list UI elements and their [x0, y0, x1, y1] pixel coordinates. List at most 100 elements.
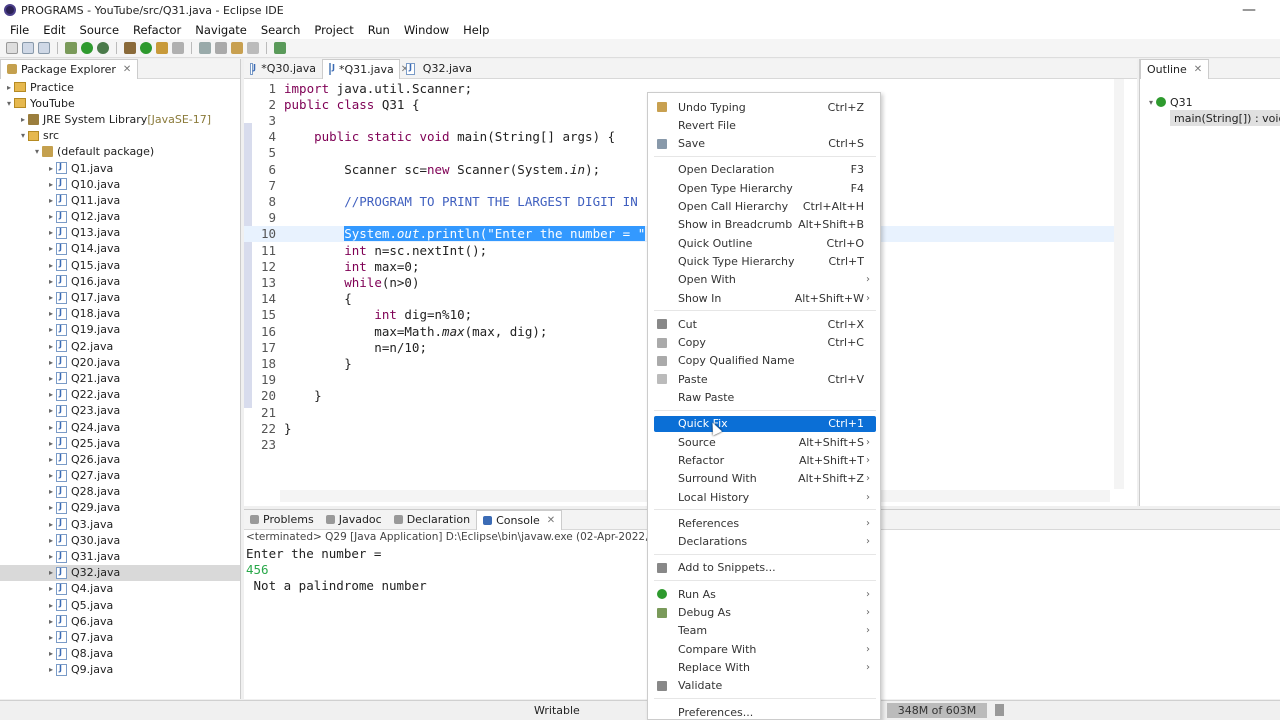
back-icon[interactable] [231, 42, 243, 54]
menu-item-preferences[interactable]: Preferences... [654, 704, 876, 720]
tree-item[interactable]: ▸ Q6.java [0, 613, 240, 629]
menu-item-local-history[interactable]: Local History › [654, 489, 876, 505]
close-icon[interactable]: ✕ [1194, 64, 1202, 75]
tab-package-explorer[interactable]: Package Explorer ✕ [0, 58, 139, 79]
menu-item-refactor[interactable]: Refactor Alt+Shift+T › [654, 452, 876, 468]
tree-item[interactable]: ▸ Q23.java [0, 403, 240, 419]
menu-item-quick-type-hierarchy[interactable]: Quick Type Hierarchy Ctrl+T [654, 253, 876, 269]
tree-item[interactable]: ▸ Q28.java [0, 484, 240, 500]
menu-item-debug-as[interactable]: Debug As › [654, 605, 876, 621]
tab-javadoc[interactable]: Javadoc [320, 510, 388, 530]
tree-item[interactable]: ▸ Q29.java [0, 500, 240, 516]
menu-item-declarations[interactable]: Declarations › [654, 534, 876, 550]
menu-item-show-in[interactable]: Show In Alt+Shift+W › [654, 290, 876, 306]
console-output[interactable]: Enter the number = 456 Not a palindrome … [246, 546, 427, 595]
chevron-right-icon[interactable]: ▸ [46, 244, 56, 253]
menu-item-copy[interactable]: Copy Ctrl+C [654, 335, 876, 351]
tab-console[interactable]: Console ✕ [476, 509, 563, 530]
menu-item-paste[interactable]: Paste Ctrl+V [654, 371, 876, 387]
tree-item[interactable]: ▸ Q9.java [0, 662, 240, 678]
menu-item-show-in-breadcrumb[interactable]: Show in Breadcrumb Alt+Shift+B [654, 217, 876, 233]
chevron-right-icon[interactable]: ▸ [46, 180, 56, 189]
chevron-right-icon[interactable]: ▸ [46, 584, 56, 593]
tree-item[interactable]: ▸ Q32.java [0, 564, 240, 581]
menu-source[interactable]: Source [73, 23, 127, 37]
menu-item-revert-file[interactable]: Revert File [654, 117, 876, 133]
menu-item-cut[interactable]: Cut Ctrl+X [654, 316, 876, 332]
vertical-scrollbar[interactable] [1114, 79, 1124, 489]
save-icon[interactable] [22, 42, 34, 54]
chevron-right-icon[interactable]: ▸ [46, 487, 56, 496]
menu-item-save[interactable]: Save Ctrl+S [654, 136, 876, 152]
tree-item[interactable]: ▸ Q24.java [0, 419, 240, 435]
tree-item[interactable]: ▾ (default package) [0, 144, 240, 160]
menu-project[interactable]: Project [307, 23, 360, 37]
menu-help[interactable]: Help [456, 23, 496, 37]
coverage-icon[interactable] [97, 42, 109, 54]
menu-item-undo-typing[interactable]: Undo Typing Ctrl+Z [654, 99, 876, 115]
chevron-right-icon[interactable]: ▸ [46, 325, 56, 334]
chevron-right-icon[interactable]: ▸ [46, 261, 56, 270]
tab-q30java[interactable]: *Q30.java [244, 59, 322, 79]
chevron-right-icon[interactable]: ▸ [46, 228, 56, 237]
menu-item-open-declaration[interactable]: Open Declaration F3 [654, 162, 876, 178]
tree-item[interactable]: ▸ Q12.java [0, 209, 240, 225]
menu-item-source[interactable]: Source Alt+Shift+S › [654, 434, 876, 450]
close-icon[interactable]: ✕ [547, 515, 555, 526]
new-java-project-icon[interactable] [124, 42, 136, 54]
heap-status[interactable]: 348M of 603M [887, 703, 987, 718]
tree-item[interactable]: ▸ Q16.java [0, 273, 240, 289]
menu-navigate[interactable]: Navigate [188, 23, 254, 37]
tree-item[interactable]: ▸ Q8.java [0, 646, 240, 662]
chevron-right-icon[interactable]: ▸ [46, 439, 56, 448]
tree-item[interactable]: ▸ Q1.java [0, 160, 240, 176]
menu-refactor[interactable]: Refactor [126, 23, 188, 37]
outline-class-node[interactable]: ▾ Q31 [1146, 94, 1193, 110]
chevron-right-icon[interactable]: ▸ [46, 649, 56, 658]
tree-item[interactable]: ▸ Q11.java [0, 192, 240, 208]
next-annotation-icon[interactable] [215, 42, 227, 54]
chevron-right-icon[interactable]: ▸ [46, 309, 56, 318]
chevron-right-icon[interactable]: ▸ [46, 617, 56, 626]
tab-problems[interactable]: Problems [244, 510, 320, 530]
tree-item[interactable]: ▸ Q7.java [0, 629, 240, 645]
tree-item[interactable]: ▸ Q17.java [0, 289, 240, 305]
menu-item-quick-fix[interactable]: Quick Fix Ctrl+1 [654, 415, 876, 432]
chevron-right-icon[interactable]: ▸ [46, 423, 56, 432]
tree-item[interactable]: ▸ Q10.java [0, 176, 240, 192]
menu-item-surround-with[interactable]: Surround With Alt+Shift+Z › [654, 471, 876, 487]
chevron-right-icon[interactable]: ▸ [46, 164, 56, 173]
tree-item[interactable]: ▸ Q25.java [0, 435, 240, 451]
chevron-right-icon[interactable]: ▸ [46, 390, 56, 399]
chevron-right-icon[interactable]: ▸ [46, 471, 56, 480]
tree-item[interactable]: ▸ Q5.java [0, 597, 240, 613]
new-icon[interactable] [6, 42, 18, 54]
menu-item-compare-with[interactable]: Compare With › [654, 641, 876, 657]
outline-method-node[interactable]: main(String[]) : void [1170, 110, 1280, 127]
tree-item[interactable]: ▸ Q2.java [0, 338, 240, 354]
chevron-right-icon[interactable]: ▸ [46, 293, 56, 302]
tree-item[interactable]: ▸ Q15.java [0, 257, 240, 273]
menu-item-add-to-snippets[interactable]: Add to Snippets... [654, 560, 876, 576]
chevron-down-icon[interactable]: ▾ [1146, 98, 1156, 107]
chevron-right-icon[interactable]: ▸ [46, 212, 56, 221]
chevron-right-icon[interactable]: ▸ [46, 277, 56, 286]
tree-item[interactable]: ▸ Q31.java [0, 548, 240, 564]
tree-item[interactable]: ▸ Practice [0, 79, 240, 95]
chevron-right-icon[interactable]: ▸ [46, 358, 56, 367]
tree-item[interactable]: ▸ Q3.java [0, 516, 240, 532]
chevron-right-icon[interactable]: ▸ [46, 503, 56, 512]
perspective-icon[interactable] [274, 42, 286, 54]
tree-item[interactable]: ▾ src [0, 128, 240, 144]
tree-item[interactable]: ▸ Q22.java [0, 387, 240, 403]
chevron-down-icon[interactable]: ▾ [4, 99, 14, 108]
menu-edit[interactable]: Edit [36, 23, 72, 37]
tab-declaration[interactable]: Declaration [388, 510, 476, 530]
chevron-right-icon[interactable]: ▸ [46, 374, 56, 383]
debug-icon[interactable] [65, 42, 77, 54]
search-icon[interactable] [172, 42, 184, 54]
tree-item[interactable]: ▸ Q19.java [0, 322, 240, 338]
menu-run[interactable]: Run [361, 23, 397, 37]
minimize-button[interactable]: — [1242, 2, 1256, 18]
trash-icon[interactable] [995, 704, 1004, 716]
